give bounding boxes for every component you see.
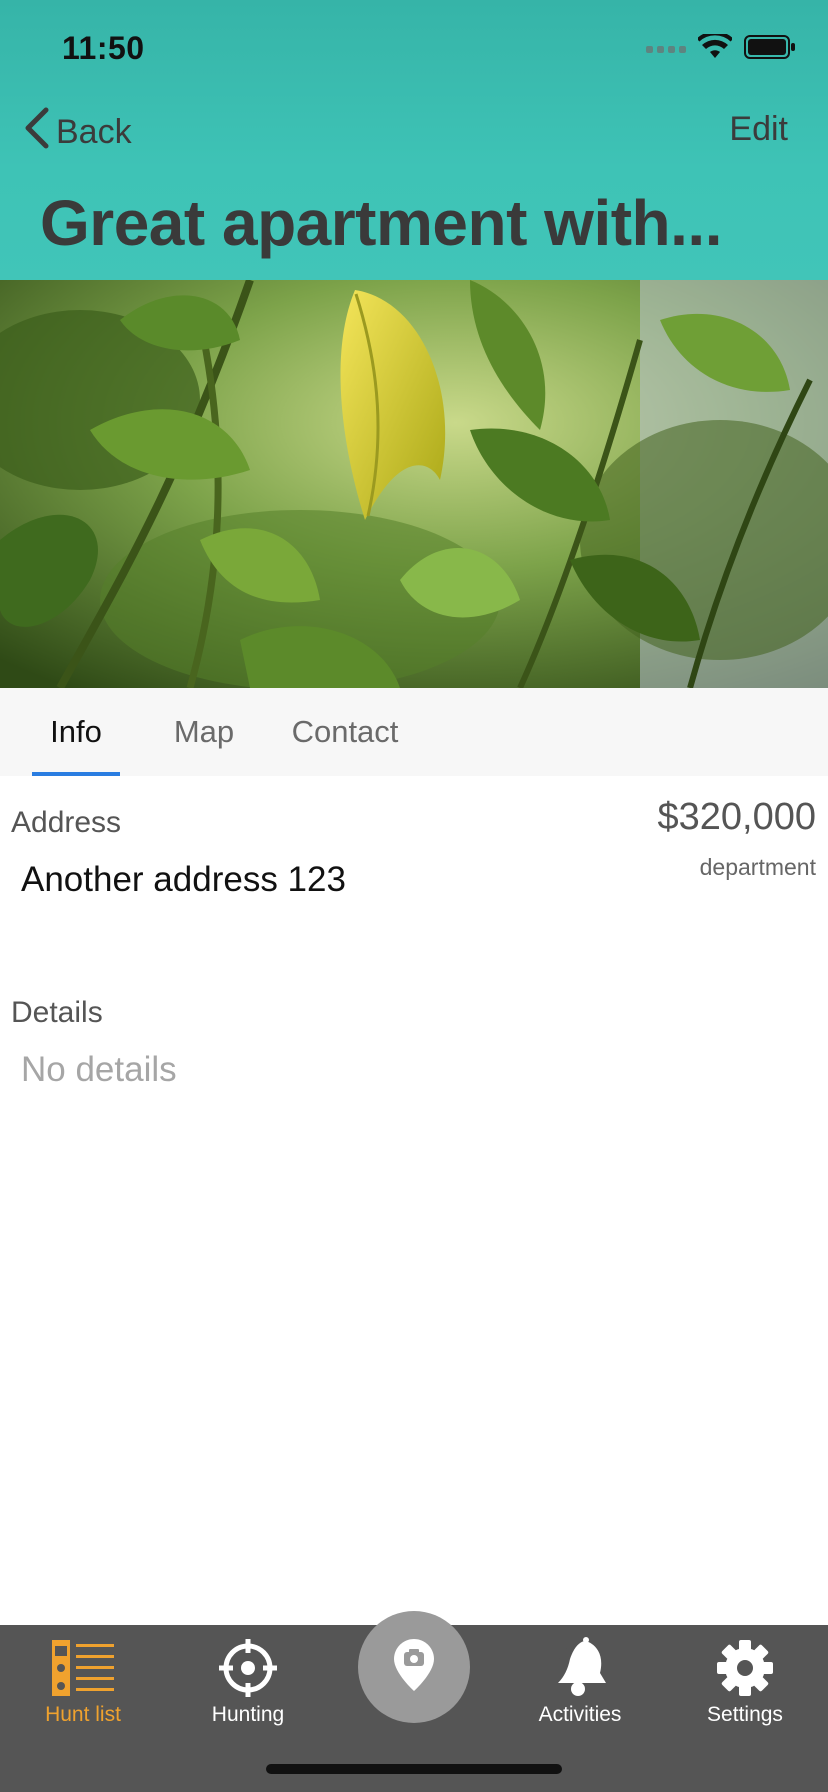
tabbar-label: Hunt list	[45, 1703, 121, 1726]
battery-icon	[744, 34, 796, 65]
detail-tabs: Info Map Contact	[0, 688, 828, 776]
bell-icon	[550, 1635, 610, 1701]
wifi-icon	[696, 30, 734, 65]
tabbar-label: Hunting	[211, 1703, 285, 1726]
tabbar-item-activities[interactable]: Activities	[497, 1625, 663, 1745]
header: 11:50 Back Edit Great apartment with...	[0, 0, 828, 280]
tabbar-item-hunting[interactable]: Hunting	[165, 1625, 331, 1745]
price-value: $320,000	[657, 796, 817, 838]
address-value: Another address 123	[21, 860, 346, 899]
chevron-left-icon	[22, 106, 52, 159]
screen: 11:50 Back Edit Great apartment with... …	[0, 0, 828, 1792]
page-title: Great apartment with...	[40, 187, 722, 259]
address-label: Address	[11, 806, 122, 839]
tabbar-item-hunt-list[interactable]: Hunt list	[0, 1625, 166, 1745]
edit-button[interactable]: Edit	[729, 110, 788, 149]
tabbar-label: Activities	[538, 1703, 622, 1726]
hunt-list-icon	[50, 1635, 116, 1701]
back-button[interactable]: Back	[22, 106, 132, 159]
back-label: Back	[56, 112, 132, 151]
property-photo[interactable]	[0, 280, 828, 688]
add-photo-location-button[interactable]	[358, 1611, 470, 1723]
crosshair-icon	[217, 1635, 279, 1701]
tabbar-item-settings[interactable]: Settings	[662, 1625, 828, 1745]
signal-icon	[646, 45, 686, 53]
tab-info[interactable]: Info	[32, 688, 120, 776]
active-tab-indicator	[32, 772, 120, 776]
details-value: No details	[21, 1050, 177, 1089]
status-time: 11:50	[62, 30, 145, 66]
gear-icon	[715, 1635, 775, 1701]
tab-map[interactable]: Map	[160, 688, 248, 776]
home-indicator	[266, 1764, 562, 1774]
details-label: Details	[11, 996, 103, 1029]
camera-pin-icon	[392, 1637, 436, 1698]
property-type: department	[699, 854, 816, 880]
tabbar-label: Settings	[707, 1703, 783, 1726]
status-icons	[646, 30, 796, 65]
tab-contact[interactable]: Contact	[280, 688, 410, 776]
